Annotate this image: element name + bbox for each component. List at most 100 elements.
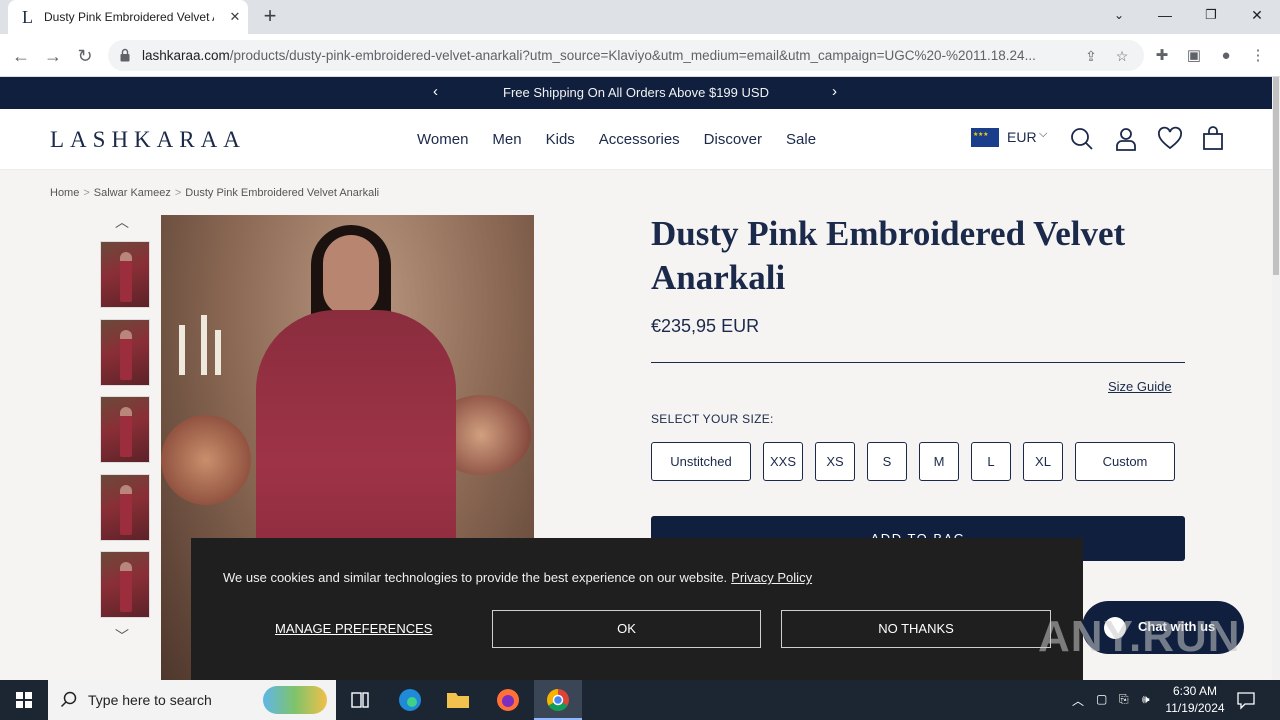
account-icon[interactable]	[1113, 126, 1139, 152]
shopping-bag-icon[interactable]	[1200, 126, 1226, 152]
edge-icon[interactable]	[386, 680, 434, 720]
wishlist-heart-icon[interactable]	[1157, 126, 1183, 152]
nav-item-kids[interactable]: Kids	[546, 131, 575, 148]
side-panel-icon[interactable]: ▣	[1181, 43, 1207, 69]
product-thumbnail[interactable]	[100, 319, 150, 386]
address-bar[interactable]: lashkaraa.com/products/dusty-pink-embroi…	[108, 40, 1144, 71]
task-view-icon[interactable]	[336, 680, 384, 720]
page-scrollbar[interactable]	[1272, 77, 1280, 680]
file-explorer-icon[interactable]	[434, 680, 482, 720]
close-tab-icon[interactable]: ✕	[226, 8, 244, 26]
cookie-no-thanks-button[interactable]: NO THANKS	[781, 610, 1051, 648]
cookie-ok-button[interactable]: OK	[492, 610, 761, 648]
size-option-xs[interactable]: XS	[815, 442, 855, 481]
product-thumbnail[interactable]	[100, 551, 150, 618]
size-option-unstitched[interactable]: Unstitched	[651, 442, 751, 481]
candle-decoration	[179, 325, 185, 375]
size-option-custom[interactable]: Custom	[1075, 442, 1175, 481]
chrome-menu-icon[interactable]: ⋮	[1245, 43, 1271, 69]
tab-search-icon[interactable]: ⌄	[1096, 0, 1142, 30]
manage-preferences-button[interactable]: MANAGE PREFERENCES	[275, 621, 432, 636]
announcement-text: Free Shipping On All Orders Above $199 U…	[503, 85, 769, 100]
browser-tabstrip: L Dusty Pink Embroidered Velvet A ✕ + ⌄ …	[0, 0, 1280, 34]
breadcrumb-current: Dusty Pink Embroidered Velvet Anarkali	[185, 187, 380, 199]
candle-decoration	[215, 330, 221, 375]
nav-item-accessories[interactable]: Accessories	[599, 131, 680, 148]
candle-decoration	[201, 315, 207, 375]
extensions-icon[interactable]: ✚	[1149, 43, 1175, 69]
announcement-bar: ‹ Free Shipping On All Orders Above $199…	[0, 77, 1272, 109]
cookie-message: We use cookies and similar technologies …	[223, 570, 813, 585]
breadcrumb: Home > Salwar Kameez > Dusty Pink Embroidere…	[50, 187, 379, 199]
flowers-decoration	[161, 415, 251, 505]
windows-start-icon[interactable]	[0, 680, 48, 720]
breadcrumb-separator: >	[174, 187, 182, 199]
eu-flag-icon	[971, 128, 999, 147]
chevron-down-icon: ⌵	[1039, 128, 1048, 140]
forward-icon[interactable]: →	[40, 43, 66, 69]
close-window-icon[interactable]: ✕	[1234, 0, 1280, 30]
divider	[651, 362, 1185, 363]
notifications-icon[interactable]	[1236, 690, 1256, 710]
taskbar-clock[interactable]: 6:30 AM 11/19/2024	[1160, 683, 1230, 717]
lock-icon	[120, 48, 130, 62]
new-tab-icon[interactable]: +	[258, 5, 282, 29]
restore-icon[interactable]: ❐	[1188, 0, 1234, 30]
select-size-label: SELECT YOUR SIZE:	[651, 412, 774, 426]
nav-item-men[interactable]: Men	[492, 131, 521, 148]
size-option-l[interactable]: L	[971, 442, 1011, 481]
search-icon[interactable]	[1069, 126, 1095, 152]
taskbar-search-box[interactable]: Type here to search	[48, 680, 336, 720]
windows-taskbar: Type here to search ︿ ▢ ⎘ 🕪 6:30 AM 11/1…	[0, 680, 1280, 720]
share-icon[interactable]: ⇪	[1080, 45, 1102, 67]
site-favicon-icon: L	[22, 7, 33, 27]
product-thumbnail[interactable]	[100, 396, 150, 463]
breadcrumb-home[interactable]: Home	[50, 187, 79, 199]
search-highlight-icon	[263, 686, 327, 714]
browser-toolbar: ← → ↻ lashkaraa.com/products/dusty-pink-…	[0, 34, 1280, 77]
chrome-icon	[547, 689, 569, 711]
size-option-s[interactable]: S	[867, 442, 907, 481]
site-header: LASHKARAA Women Men Kids Accessories Dis…	[0, 109, 1272, 170]
bookmark-star-icon[interactable]: ☆	[1111, 45, 1133, 67]
tab-title: Dusty Pink Embroidered Velvet A	[44, 10, 214, 24]
browser-tab[interactable]: L Dusty Pink Embroidered Velvet A ✕	[8, 0, 248, 34]
tray-device-icon[interactable]: ▢	[1096, 692, 1107, 706]
size-guide-link[interactable]: Size Guide	[1108, 379, 1172, 394]
network-icon[interactable]: ⎘	[1119, 692, 1129, 707]
size-option-m[interactable]: M	[919, 442, 959, 481]
nav-item-sale[interactable]: Sale	[786, 131, 816, 148]
product-price: €235,95 EUR	[651, 316, 760, 336]
chrome-taskbar-button[interactable]	[534, 680, 582, 720]
reload-icon[interactable]: ↻	[72, 43, 98, 69]
product-thumbnail[interactable]	[100, 241, 150, 308]
product-title: Dusty Pink Embroidered Velvet Anarkali	[651, 214, 1126, 297]
privacy-policy-link[interactable]: Privacy Policy	[731, 570, 812, 585]
thumbnails-up-icon[interactable]: ︿	[115, 212, 129, 232]
firefox-icon[interactable]	[484, 680, 532, 720]
clock-date: 11/19/2024	[1165, 701, 1225, 715]
model-face	[323, 235, 379, 315]
nav-item-women[interactable]: Women	[417, 131, 468, 148]
breadcrumb-category[interactable]: Salwar Kameez	[94, 187, 171, 199]
product-thumbnail[interactable]	[100, 474, 150, 541]
site-logo[interactable]: LASHKARAA	[50, 127, 246, 153]
minimize-icon[interactable]: —	[1142, 0, 1188, 30]
currency-code: EUR	[1007, 129, 1037, 145]
anyrun-watermark: ANY.RUN	[1038, 612, 1241, 661]
back-icon[interactable]: ←	[8, 43, 34, 69]
scrollbar-thumb[interactable]	[1273, 77, 1279, 275]
breadcrumb-separator: >	[83, 187, 90, 199]
clock-time: 6:30 AM	[1172, 684, 1218, 698]
tray-overflow-icon[interactable]: ︿	[1072, 692, 1084, 709]
profile-icon[interactable]: ●	[1213, 43, 1239, 69]
size-option-xxs[interactable]: XXS	[763, 442, 803, 481]
nav-item-discover[interactable]: Discover	[704, 131, 762, 148]
search-icon	[60, 691, 77, 708]
size-option-xl[interactable]: XL	[1023, 442, 1063, 481]
announcement-next-icon[interactable]: ›	[832, 83, 837, 100]
cookie-banner: We use cookies and similar technologies …	[191, 538, 1083, 680]
taskbar-search-placeholder: Type here to search	[88, 692, 212, 708]
volume-icon[interactable]: 🕪	[1142, 692, 1150, 707]
thumbnails-down-icon[interactable]: ﹀	[115, 626, 129, 646]
